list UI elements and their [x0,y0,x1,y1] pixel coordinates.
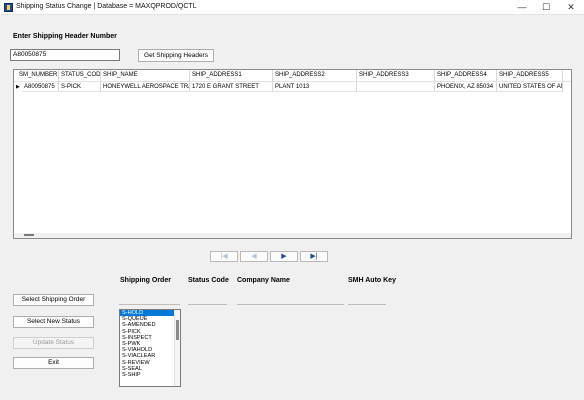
window-title: Shipping Status Change | Database = MAXQ… [16,3,197,10]
next-record-button[interactable]: ▶ [270,251,298,262]
column-header[interactable]: SHIP_ADDRESS5 [497,70,563,81]
minimize-button[interactable]: — [510,0,534,15]
table-row[interactable]: ▶A80050875S-PICKHONEYWELL AEROSPACE TRAD… [14,81,571,92]
table-cell[interactable]: HONEYWELL AEROSPACE TRADIN [101,82,190,92]
exit-button[interactable]: Exit [13,357,94,369]
scrollbar-thumb[interactable] [24,234,34,236]
horizontal-scrollbar[interactable] [14,233,571,238]
company-name-field[interactable] [237,290,344,305]
shipping-order-label: Shipping Order [120,277,171,284]
table-cell[interactable]: UNITED STATES OF AMERICA [497,82,563,92]
last-record-button[interactable]: ▶| [300,251,328,262]
select-shipping-order-button[interactable]: Select Shipping Order [13,294,94,306]
column-header[interactable]: SHIP_ADDRESS4 [435,70,497,81]
first-record-button[interactable]: |◀ [210,251,238,262]
shipping-headers-grid[interactable]: SM_NUMBER STATUS_CODE SHIP_NAME SHIP_ADDRES… [13,69,572,239]
column-header[interactable]: SHIP_ADDRESS1 [190,70,273,81]
column-header[interactable]: STATUS_CODE [59,70,101,81]
company-name-label: Company Name [237,277,290,284]
status-list-item[interactable]: S-SHIP [120,372,180,378]
select-new-status-button[interactable]: Select New Status [13,316,94,328]
current-row-indicator-icon: ▶ [16,84,20,90]
table-cell[interactable] [357,82,435,92]
maximize-button[interactable]: ☐ [534,0,558,15]
update-status-button[interactable]: Update Status [13,337,94,349]
status-code-label: Status Code [188,277,229,284]
column-header[interactable]: SHIP_ADDRESS3 [357,70,435,81]
table-cell[interactable]: A80050875 [22,82,59,92]
table-cell[interactable]: S-PICK [59,82,101,92]
shipping-header-label: Enter Shipping Header Number [13,33,117,40]
status-listbox[interactable]: S-HOLD S-QUEUE S-AMENDED S-PICK S-INSPECT S-P… [119,309,181,387]
shipping-order-field[interactable] [119,290,180,305]
status-code-field[interactable] [188,290,227,305]
table-cell[interactable]: 1720 E GRANT STREET [190,82,273,92]
list-scrollbar[interactable] [174,310,180,386]
list-scrollbar-thumb[interactable] [176,320,179,340]
column-header[interactable]: SHIP_NAME [101,70,190,81]
column-header[interactable]: SHIP_ADDRESS2 [273,70,357,81]
previous-record-button[interactable]: ◀ [240,251,268,262]
smh-auto-key-label: SMH Auto Key [348,277,396,284]
get-shipping-headers-button[interactable]: Get Shipping Headers [138,49,214,62]
table-cell[interactable]: PLANT 1013 [273,82,357,92]
close-button[interactable]: ✕ [559,0,583,15]
table-cell[interactable]: PHOENIX, AZ 85034 [435,82,497,92]
column-header[interactable]: SM_NUMBER [17,70,59,81]
app-icon [4,3,13,12]
smh-auto-key-field[interactable] [348,290,386,305]
title-bar: Shipping Status Change | Database = MAXQ… [0,0,584,15]
grid-header: SM_NUMBER STATUS_CODE SHIP_NAME SHIP_ADDRES… [14,70,571,81]
shipping-header-input[interactable]: A80050875 [10,49,120,61]
